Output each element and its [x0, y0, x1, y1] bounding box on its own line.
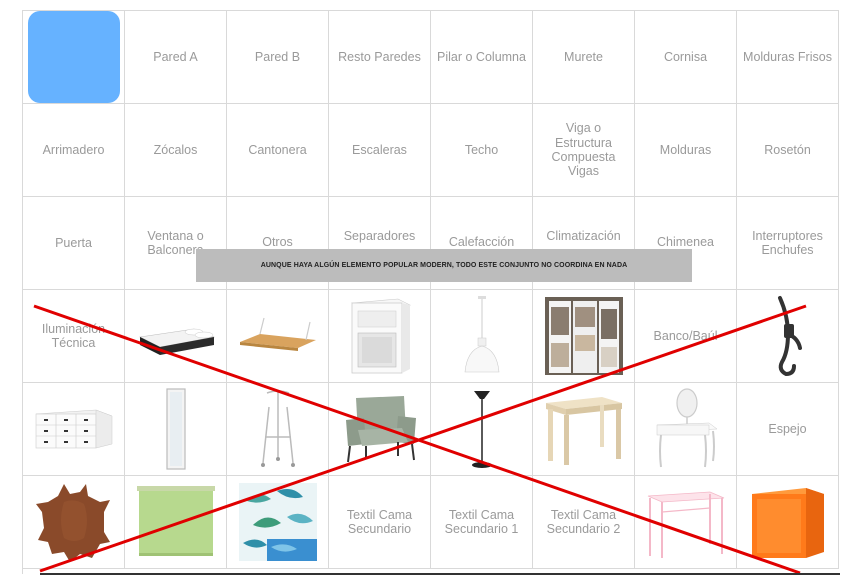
cell-label: Interruptores Enchufes	[752, 228, 823, 257]
cell-label: Arrimadero	[42, 142, 105, 157]
mirror-image-icon	[165, 388, 186, 470]
cell-label: Espejo	[768, 421, 807, 436]
cell-label: Otros	[262, 235, 293, 249]
hook-image[interactable]	[737, 290, 839, 383]
dresser-image-icon	[35, 409, 112, 449]
cell-molduras-frisos[interactable]: Molduras Frisos	[737, 11, 839, 104]
tropical-bedding-image-icon	[238, 483, 317, 561]
wardrobe-image-icon	[544, 297, 623, 375]
cell-label: Cornisa	[663, 49, 708, 64]
nightstand-image[interactable]	[329, 290, 431, 383]
cell-label: Escaleras	[352, 142, 407, 157]
cell-label: Pilar o Columna	[437, 49, 526, 64]
cell-textil-cama-secundario[interactable]: Textil Cama Secundario	[329, 476, 431, 569]
cell-label: Cantonera	[248, 142, 307, 157]
warning-banner: AUNQUE HAYA ALGÚN ELEMENTO POPULAR MODER…	[196, 249, 692, 282]
cell-pilar[interactable]: Pilar o Columna	[431, 11, 533, 104]
vanity-image-icon	[655, 388, 718, 468]
valet-stand-image-icon	[260, 390, 295, 467]
bed-image-icon	[138, 328, 215, 355]
cell-label: Puerta	[55, 235, 92, 250]
bed-image[interactable]	[125, 290, 227, 383]
pendant-lamp-image[interactable]	[431, 290, 533, 383]
cell-murete[interactable]: Murete	[533, 11, 635, 104]
cell-label: Textil Cama Secundario 2	[546, 507, 621, 536]
roller-blind-image-icon	[136, 486, 215, 556]
floor-lamp-image[interactable]	[431, 383, 533, 476]
floor-lamp-image-icon	[471, 391, 492, 468]
cell-label: Calefacción	[448, 235, 515, 249]
shelf-image-icon	[239, 317, 316, 351]
armchair-image[interactable]	[329, 383, 431, 476]
color-swatch-cell	[23, 11, 125, 104]
vanity-image[interactable]	[635, 383, 737, 476]
cell-label: Zócalos	[153, 142, 198, 157]
wardrobe-image[interactable]	[533, 290, 635, 383]
armchair-image-icon	[345, 396, 416, 463]
orange-cube-image[interactable]	[737, 476, 839, 569]
cell-molduras[interactable]: Molduras	[635, 104, 737, 197]
pink-desk-image[interactable]	[635, 476, 737, 569]
cell-cantonera[interactable]: Cantonera	[227, 104, 329, 197]
valet-stand-image[interactable]	[227, 383, 329, 476]
cell-viga[interactable]: Viga o Estructura Compuesta Vigas	[533, 104, 635, 197]
cell-roseton[interactable]: Rosetón	[737, 104, 839, 197]
cell-label: Separadores	[343, 229, 416, 243]
color-swatch[interactable]	[27, 11, 120, 103]
nightstand-image-icon	[350, 298, 411, 374]
cell-label: Pared B	[254, 49, 301, 64]
bottom-rule	[40, 573, 840, 575]
cell-techo[interactable]: Techo	[431, 104, 533, 197]
cowhide-rug-image[interactable]	[23, 476, 125, 569]
dresser-image[interactable]	[23, 383, 125, 476]
cell-label: Textil Cama Secundario 1	[444, 507, 519, 536]
cell-textil-cama-secundario-2[interactable]: Textil Cama Secundario 2	[533, 476, 635, 569]
cell-label: Molduras Frisos	[743, 49, 832, 64]
cell-label: Pared A	[153, 49, 198, 64]
cell-pared-a[interactable]: Pared A	[125, 11, 227, 104]
cell-interruptores[interactable]: Interruptores Enchufes	[737, 197, 839, 290]
cell-label: Chimenea	[657, 235, 714, 249]
cell-arrimadero[interactable]: Arrimadero	[23, 104, 125, 197]
cell-label: Murete	[564, 49, 603, 64]
pink-desk-image-icon	[647, 491, 724, 558]
cell-resto-paredes[interactable]: Resto Paredes	[329, 11, 431, 104]
cell-label: Banco/Baúl	[653, 328, 718, 343]
cell-espejo[interactable]: Espejo	[737, 383, 839, 476]
moodboard-grid: Pared A Pared B Resto Paredes Pilar o Co…	[22, 10, 839, 574]
cell-label: Resto Paredes	[338, 49, 421, 64]
cell-zocalos[interactable]: Zócalos	[125, 104, 227, 197]
side-table-image[interactable]	[533, 383, 635, 476]
cell-label: Climatización	[546, 229, 621, 243]
shelf-image[interactable]	[227, 290, 329, 383]
cell-escaleras[interactable]: Escaleras	[329, 104, 431, 197]
cell-label: Viga o Estructura Compuesta Vigas	[551, 121, 616, 179]
roller-blind-image[interactable]	[125, 476, 227, 569]
tropical-bedding-image[interactable]	[227, 476, 329, 569]
cowhide-rug-image-icon	[35, 484, 110, 562]
cell-iluminacion[interactable]: Iluminación Técnica	[23, 290, 125, 383]
cell-label: Textil Cama Secundario	[346, 507, 413, 536]
hook-image-icon	[777, 296, 802, 377]
side-table-image-icon	[545, 397, 622, 465]
cell-cornisa[interactable]: Cornisa	[635, 11, 737, 104]
cell-label: Techo	[464, 142, 499, 157]
pendant-lamp-image-icon	[464, 296, 499, 373]
cell-pared-b[interactable]: Pared B	[227, 11, 329, 104]
cell-banco-baul[interactable]: Banco/Baúl	[635, 290, 737, 383]
orange-cube-image-icon	[751, 488, 824, 558]
cell-label: Molduras	[659, 142, 712, 157]
cell-label: Iluminación Técnica	[41, 321, 106, 350]
cell-label: Rosetón	[764, 142, 811, 157]
cell-puerta[interactable]: Puerta	[23, 197, 125, 290]
mirror-image[interactable]	[125, 383, 227, 476]
cell-textil-cama-secundario-1[interactable]: Textil Cama Secundario 1	[431, 476, 533, 569]
